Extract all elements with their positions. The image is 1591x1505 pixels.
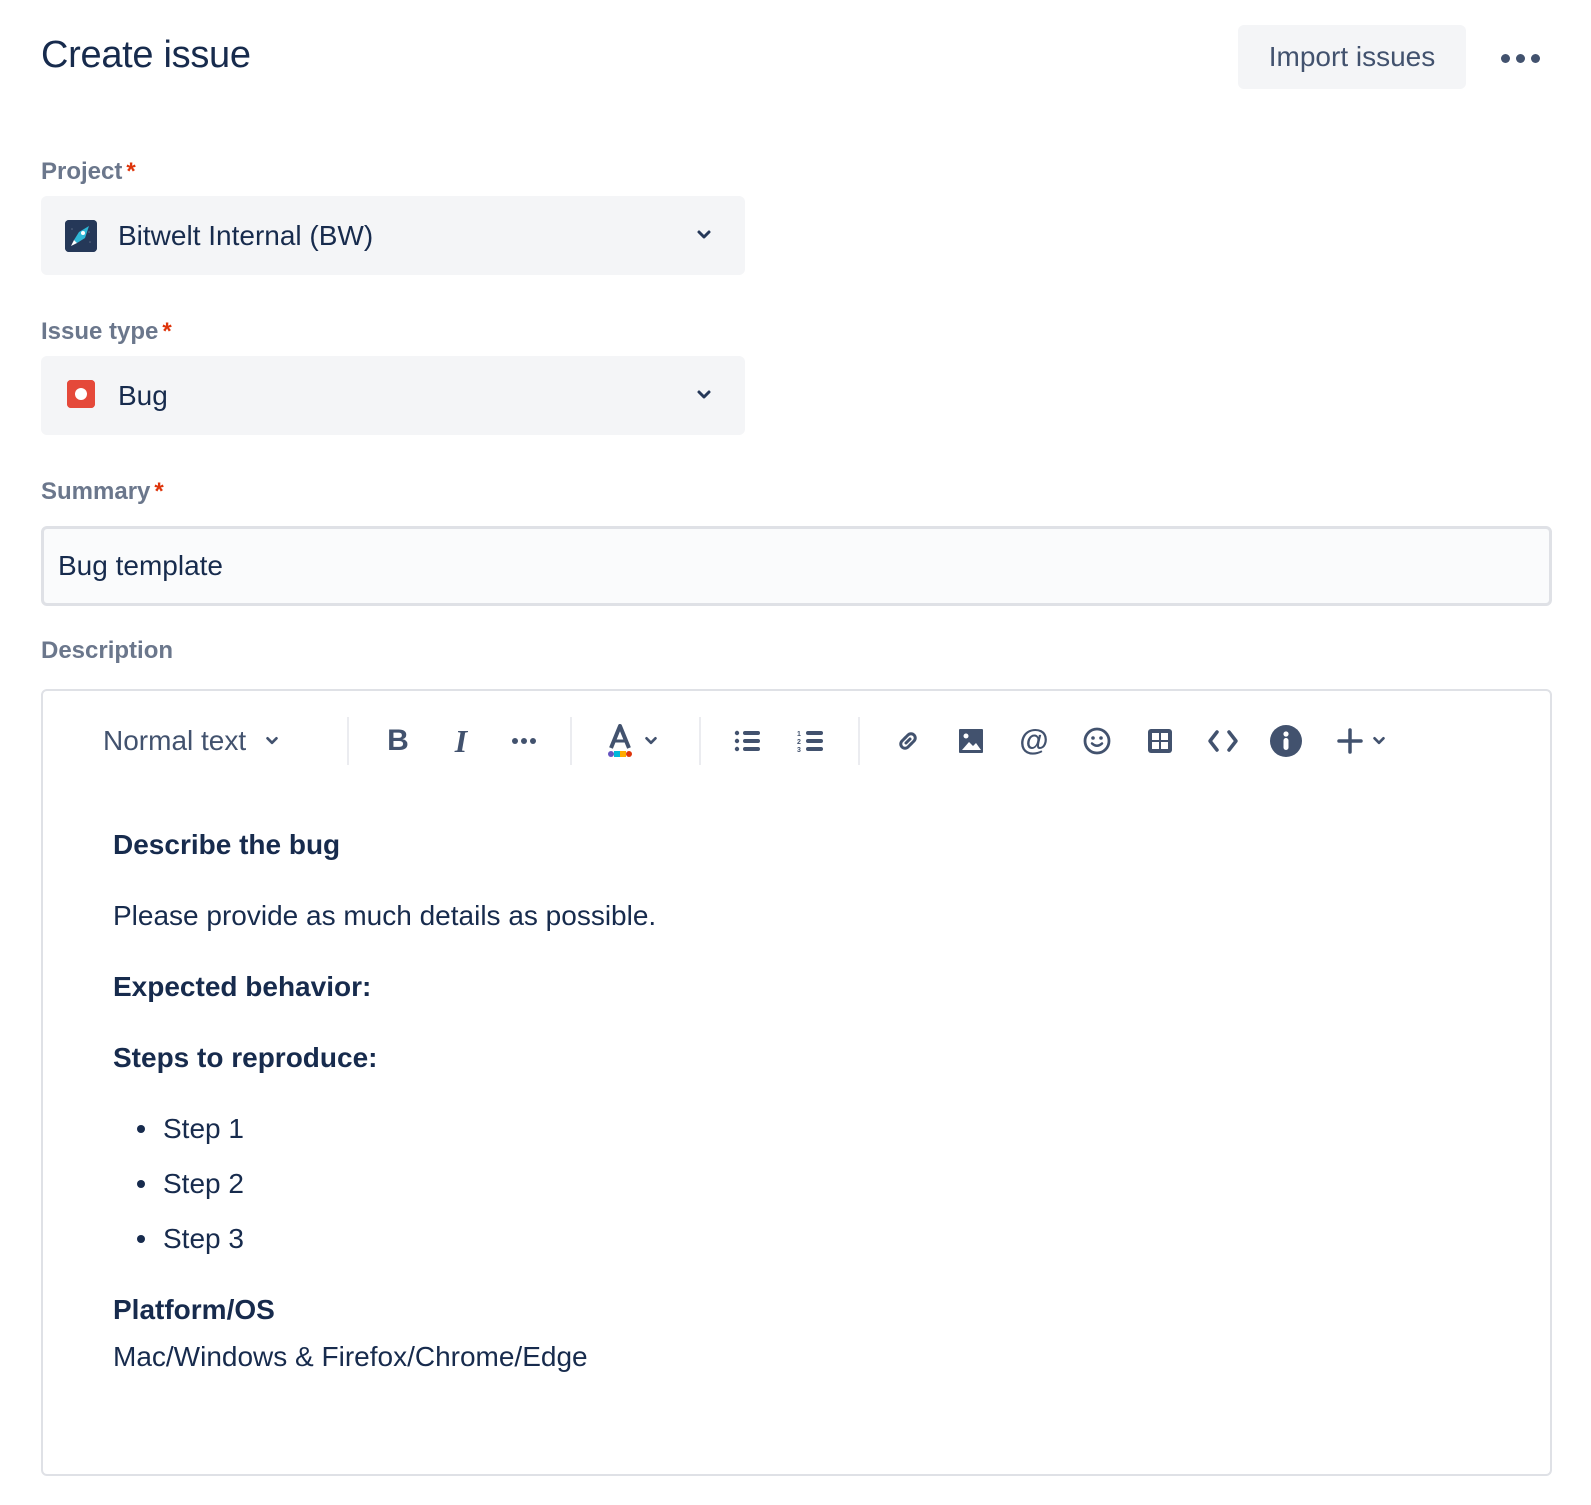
required-mark: * [126,158,136,185]
paragraph-details: Please provide as much details as possib… [113,900,657,931]
link-icon [899,732,917,750]
summary-label-text: Summary [41,478,151,505]
svg-text:2: 2 [797,739,801,746]
svg-text:1: 1 [797,731,801,738]
svg-text:3: 3 [797,747,801,753]
emoji-icon [1083,727,1111,755]
text-color-button[interactable] [598,717,668,765]
heading-describe-bug: Describe the bug [113,829,341,860]
toolbar-divider [347,717,349,765]
code-button[interactable] [1203,721,1243,761]
mention-icon: @ [1019,724,1049,757]
code-icon [1208,730,1238,752]
page-title: Create issue [41,34,251,76]
chevron-down-icon [266,737,278,745]
bold-icon: B [387,724,409,757]
info-panel-icon [1270,725,1302,757]
table-icon [1148,729,1172,753]
chevron-down-icon [1373,737,1385,745]
text-color-icon [608,724,632,757]
image-button[interactable] [951,721,991,761]
description-editor[interactable]: Normal text B I 1 2 3 @ Describe the bug… [41,689,1552,1476]
list-item-text: Step 2 [163,1168,244,1199]
project-label-text: Project [41,158,123,185]
bug-icon [67,380,95,408]
issue-type-label-text: Issue type [41,318,159,345]
heading-steps-to-reproduce: Steps to reproduce: [113,1042,378,1073]
insert-menu-button[interactable] [1333,721,1391,761]
required-mark: * [154,478,164,505]
more-formatting-icon [512,738,536,744]
list-item: Step 3 [137,1223,244,1255]
issue-type-value: Bug [118,379,168,411]
heading-expected-behavior: Expected behavior: [113,971,372,1002]
toolbar-divider [699,717,701,765]
heading-platform-os: Platform/OS [113,1294,275,1325]
chevron-down-icon [697,230,711,239]
chevron-down-icon [645,737,657,745]
description-label: Description [41,637,174,664]
numbered-list-icon: 123 [797,731,823,753]
list-item-text: Step 3 [163,1223,244,1254]
more-formatting-button[interactable] [504,721,544,761]
toolbar-divider [570,717,572,765]
more-actions-button[interactable] [1490,40,1550,76]
issue-type-select[interactable]: Bug [41,356,745,435]
list-item: Step 2 [137,1168,244,1200]
mention-button[interactable]: @ [1014,721,1054,761]
bullet-list-icon [734,730,760,752]
italic-button[interactable]: I [441,721,481,761]
text-style-label: Normal text [103,725,247,756]
editor-toolbar: Normal text B I 1 2 3 @ [43,691,1550,791]
list-item-text: Step 1 [163,1113,244,1144]
required-mark: * [162,318,172,345]
bullet-icon [137,1180,145,1188]
more-horizontal-icon [1500,53,1540,63]
bold-button[interactable]: B [378,721,418,761]
info-panel-button[interactable] [1266,721,1306,761]
import-issues-button[interactable]: Import issues [1238,25,1466,89]
rocket-project-icon [65,220,97,252]
image-icon [959,729,983,753]
link-button[interactable] [888,721,928,761]
summary-label: Summary * [41,478,164,506]
bullet-list-button[interactable] [727,721,767,761]
toolbar-divider [858,717,860,765]
bullet-icon [137,1235,145,1243]
text-style-dropdown[interactable]: Normal text [103,721,280,761]
numbered-list-button[interactable]: 123 [790,721,830,761]
summary-input[interactable] [41,526,1552,606]
bullet-icon [137,1125,145,1133]
paragraph-platforms: Mac/Windows & Firefox/Chrome/Edge [113,1341,588,1372]
insert-plus-icon [1337,728,1363,754]
project-value: Bitwelt Internal (BW) [118,219,374,251]
table-button[interactable] [1140,721,1180,761]
issue-type-label: Issue type * [41,318,172,346]
project-label: Project * [41,158,136,186]
chevron-down-icon [697,390,711,399]
emoji-button[interactable] [1077,721,1117,761]
italic-icon: I [454,722,468,759]
project-select[interactable]: Bitwelt Internal (BW) [41,196,745,275]
list-item: Step 1 [137,1113,244,1145]
